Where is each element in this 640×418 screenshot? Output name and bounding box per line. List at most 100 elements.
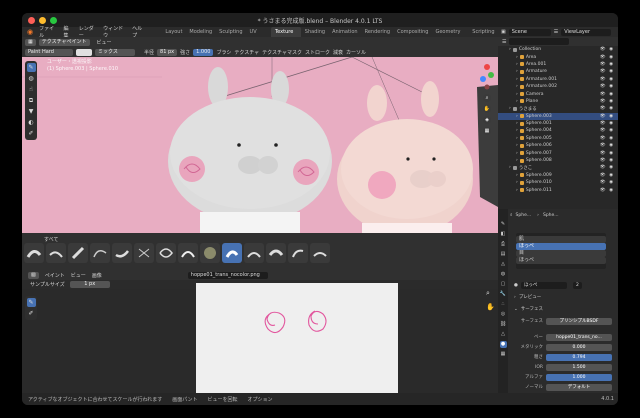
mode-select[interactable]: テクスチャペイント [38,38,90,46]
expand-chevron-icon[interactable]: › [516,84,518,89]
physics-tab-icon[interactable]: ◎ [500,311,507,318]
outliner-row[interactable]: › Sphere.011 👁 ◉ [498,186,618,193]
tab-modeling[interactable]: Modeling [186,27,216,37]
zoom-icon[interactable]: ⌕ [483,94,491,102]
visibility-icon[interactable]: 👁 ◉ [600,62,614,67]
expand-chevron-icon[interactable]: › [509,47,511,52]
expand-chevron-icon[interactable]: › [516,136,518,141]
expand-chevron-icon[interactable]: › [516,62,518,67]
visibility-icon[interactable]: 👁 ◉ [600,47,614,52]
brush-thumb[interactable] [134,243,154,263]
tab-rendering[interactable]: Rendering [361,27,394,37]
object-tab-icon[interactable]: ▢ [500,281,507,288]
expand-chevron-icon[interactable]: › [516,114,518,119]
brush-thumb[interactable] [90,243,110,263]
pan-hand-icon[interactable]: ✋ [486,303,495,311]
outliner-row[interactable]: › Armature.001 👁 ◉ [498,76,618,83]
brush-thumb[interactable] [156,243,176,263]
expand-chevron-icon[interactable]: › [516,151,518,156]
scene-field[interactable]: Scene [508,28,551,36]
expand-chevron-icon[interactable]: › [509,165,511,170]
material-slot[interactable]: 目 [516,250,606,257]
zoom-icon[interactable]: ⌕ [486,289,495,298]
outliner-row[interactable]: › Sphere.008 👁 ◉ [498,157,618,164]
visibility-icon[interactable]: 👁 ◉ [600,69,614,74]
stroke-menu[interactable]: ストローク [305,49,330,56]
blend-mode-select[interactable]: ミックス [95,48,135,56]
view-layer-field[interactable]: ViewLayer [561,28,612,36]
tab-animation[interactable]: Animation [329,27,362,37]
visibility-icon[interactable]: 👁 ◉ [600,121,614,126]
constraints-tab-icon[interactable]: ⛓ [500,321,507,328]
metallic-field[interactable]: 0.000 [546,343,612,351]
tool-tab-icon[interactable]: ✎ [500,221,507,228]
pan-hand-icon[interactable]: ✋ [483,105,491,113]
visibility-icon[interactable]: 👁 ◉ [600,77,614,82]
data-tab-icon[interactable]: △ [500,331,507,338]
image-draw-tool-icon[interactable]: ✎ [26,298,36,307]
outliner-row[interactable]: › Armature 👁 ◉ [498,68,618,75]
expand-chevron-icon[interactable]: › [516,143,518,148]
outliner-row[interactable]: › Plane 👁 ◉ [498,98,618,105]
outliner-row[interactable]: › Sphere.006 👁 ◉ [498,142,618,149]
tab-compositing[interactable]: Compositing [394,27,432,37]
brush-thumb[interactable] [244,243,264,263]
outliner-row[interactable]: › Sphere.004 👁 ◉ [498,127,618,134]
grid-icon[interactable]: ▦ [483,127,491,135]
camera-icon[interactable]: ◈ [483,116,491,124]
visibility-icon[interactable]: 👁 ◉ [600,188,614,193]
expand-chevron-icon[interactable]: › [516,188,518,193]
expand-chevron-icon[interactable]: › [516,99,518,104]
outliner-row[interactable]: › Camera 👁 ◉ [498,90,618,97]
outliner-row[interactable]: › Sphere.010 👁 ◉ [498,179,618,186]
texture-mask-menu[interactable]: テクスチャマスク [262,49,302,56]
view-layer-tab-icon[interactable]: ▤ [500,251,507,258]
texture-menu[interactable]: テクスチャ [234,49,259,56]
expand-chevron-icon[interactable]: › [516,173,518,178]
brush-thumb[interactable] [178,243,198,263]
brush-thumb-active[interactable] [222,243,242,263]
outliner-row[interactable]: › Sphere.009 👁 ◉ [498,172,618,179]
expand-chevron-icon[interactable]: › [516,92,518,97]
outliner-row[interactable]: › Sphere.003 👁 ◉ [498,112,618,120]
outliner-row[interactable]: › うさこ 👁 ◉ [498,164,618,171]
expand-chevron-icon[interactable]: › [516,128,518,133]
blender-logo-icon[interactable]: ◉ [27,28,33,36]
tab-scripting[interactable]: Scripting [469,27,498,37]
cursor-menu[interactable]: カーソル [346,49,366,56]
outliner-row[interactable]: › Area 👁 ◉ [498,53,618,60]
visibility-icon[interactable]: 👁 ◉ [600,136,614,141]
material-slot-selected[interactable]: ほっぺ [516,243,606,250]
visibility-icon[interactable]: 👁 ◉ [600,55,614,60]
brush-menu[interactable]: ブラシ [216,49,231,56]
ior-field[interactable]: 1.500 [546,363,612,371]
clone-tool-icon[interactable]: ⧉ [27,96,36,105]
visibility-icon[interactable]: 👁 ◉ [600,158,614,163]
tab-sculpting[interactable]: Sculpting [216,27,246,37]
outliner-row[interactable]: › Sphere.001 👁 ◉ [498,120,618,127]
texture-canvas[interactable] [196,283,398,393]
material-slot[interactable]: ほっぺ [516,257,606,264]
annotate-tool-icon[interactable]: ✐ [27,129,36,138]
material-slot[interactable]: 肌 [516,236,606,243]
surface-shader-field[interactable]: プリンシプルBSDF [546,317,612,325]
brush-thumb[interactable] [288,243,308,263]
image-annotate-tool-icon[interactable]: ✐ [27,309,36,318]
visibility-icon[interactable]: 👁 ◉ [600,143,614,148]
outliner-row[interactable]: › うさまる 👁 ◉ [498,105,618,112]
visibility-icon[interactable]: 👁 ◉ [600,106,614,111]
tab-geometry-nodes[interactable]: Geometry Nodes [432,27,469,45]
outliner-row[interactable]: › Area.001 👁 ◉ [498,61,618,68]
expand-chevron-icon[interactable]: › [516,121,518,126]
fill-tool-icon[interactable]: ▼ [27,107,36,116]
render-tab-icon[interactable]: ◧ [500,231,507,238]
image-view-menu[interactable]: ビュー [71,272,86,279]
brush-thumb[interactable] [266,243,286,263]
visibility-icon[interactable]: 👁 ◉ [600,114,614,119]
axis-gizmo-icon[interactable] [479,63,495,91]
base-color-texture-field[interactable]: hoppe01_trans_no... [546,333,612,341]
tab-texture-paint[interactable]: Texture Paint [271,27,302,45]
brush-thumb[interactable] [200,243,220,263]
image-menu[interactable]: 画像 [92,272,102,279]
visibility-icon[interactable]: 👁 ◉ [600,151,614,156]
